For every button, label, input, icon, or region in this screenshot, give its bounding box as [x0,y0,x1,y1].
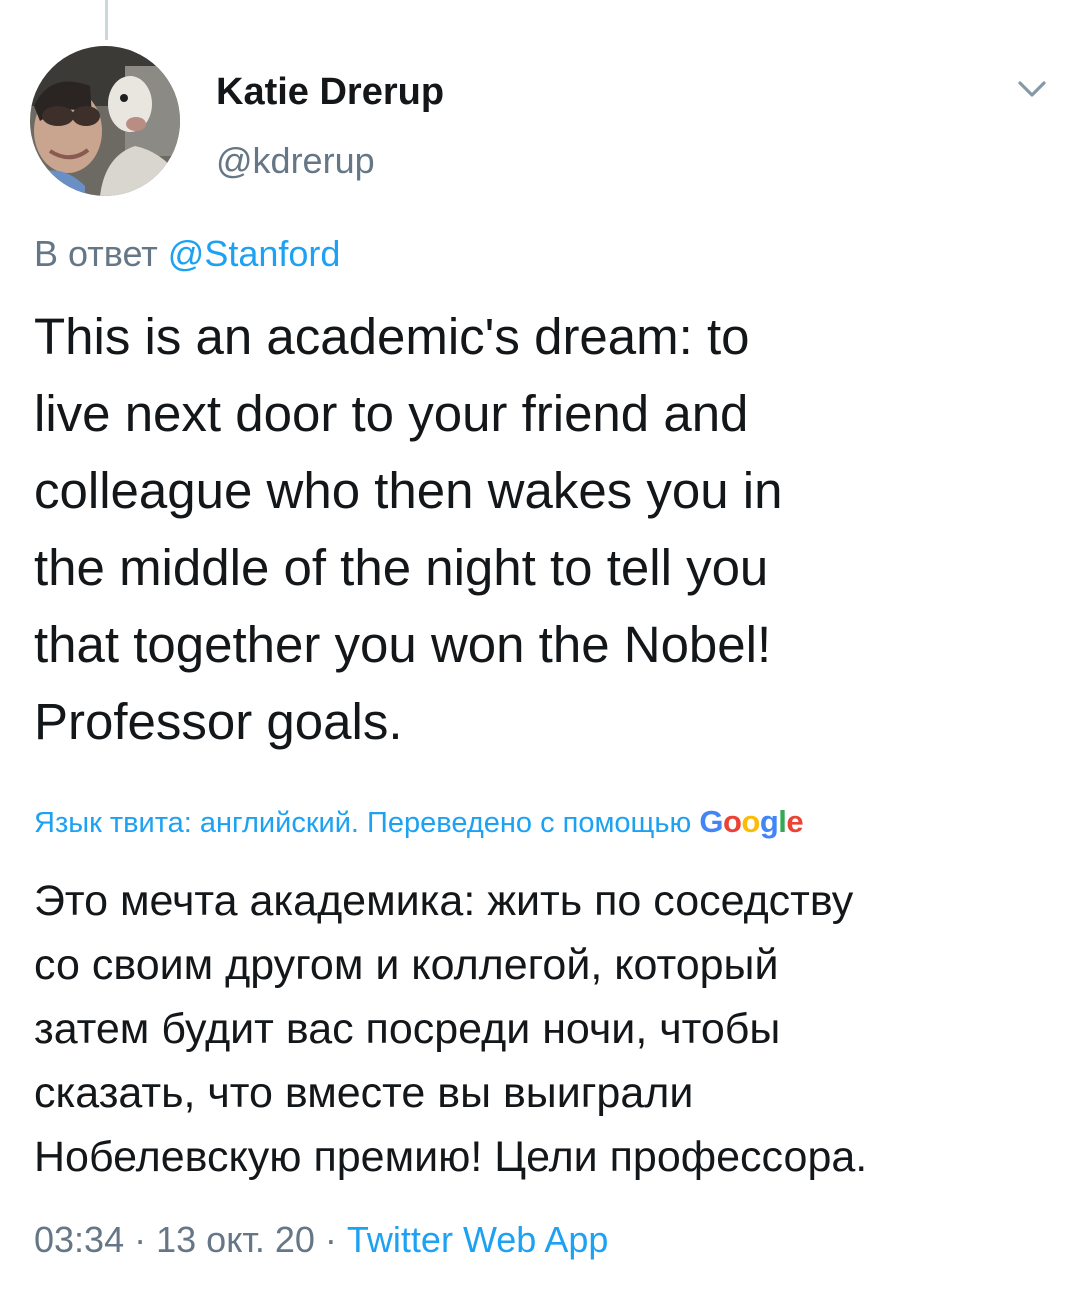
reply-context: В ответ @Stanford [34,232,340,276]
translation-note-text: Язык твита: английский. Переведено с пом… [34,807,692,839]
tweet-text: This is an academic's dream: to live nex… [34,308,783,750]
chevron-down-icon [1018,81,1046,97]
thread-connector-line [105,0,108,40]
avatar-photo-icon [30,46,180,196]
tweet-time[interactable]: 03:34 [34,1219,124,1260]
tweet-date[interactable]: 13 окт. 20 [156,1219,315,1260]
translation-attribution[interactable]: Язык твита: английский. Переведено с пом… [34,800,804,845]
meta-separator: · [324,1219,337,1260]
author-avatar[interactable] [30,46,180,196]
tweet-source-link[interactable]: Twitter Web App [347,1219,608,1260]
google-logo: Google [699,804,803,839]
tweet-menu-button[interactable] [1012,74,1052,104]
author-handle[interactable]: @kdrerup [216,140,375,182]
meta-separator: · [134,1219,147,1260]
author-display-name[interactable]: Katie Drerup [216,70,444,114]
reply-prefix: В ответ [34,233,158,274]
translated-tweet-text: Это мечта академика: жить по соседству с… [34,877,868,1181]
reply-mention-link[interactable]: @Stanford [168,233,341,274]
tweet-metadata: 03:34 · 13 окт. 20 · Twitter Web App [34,1218,608,1262]
google-wordmark: Google [699,804,804,839]
